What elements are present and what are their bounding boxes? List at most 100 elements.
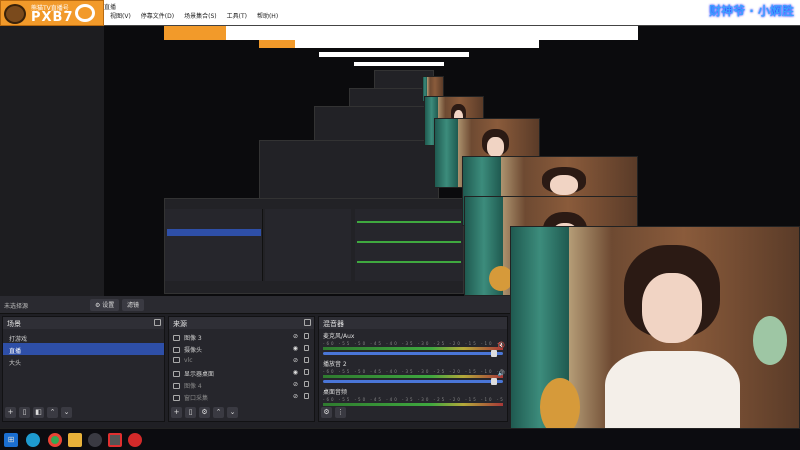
source-label: 窗口采集 <box>184 395 209 402</box>
properties-button[interactable]: ⚙ 设置 <box>90 299 120 311</box>
window-icon <box>173 395 180 401</box>
fader-knob[interactable] <box>491 378 497 385</box>
lock-icon[interactable] <box>304 345 309 351</box>
bear-mascot-icon <box>4 4 26 24</box>
nested-obs-1 <box>164 198 464 294</box>
add-scene-button[interactable]: + <box>5 407 16 418</box>
remove-scene-button[interactable]: ▯ <box>19 407 30 418</box>
sources-list: 图像 3 ⊘ 摄像头 ◉ vlc ⊘ 显示器桌面 ◉ 图像 4 ⊘ 窗口采集 ⊘ <box>169 329 314 402</box>
window-title: 直播 <box>104 4 117 11</box>
source-label: 图像 4 <box>184 383 202 390</box>
source-label: vlc <box>184 357 193 364</box>
mixer-title: 混音器 <box>323 320 344 328</box>
edge-icon[interactable] <box>26 433 40 447</box>
remove-source-button[interactable]: ▯ <box>185 407 196 418</box>
scenes-header: 场景 <box>3 317 164 329</box>
source-row[interactable]: 图像 3 ⊘ <box>169 330 314 342</box>
scenes-panel: 场景 打游戏 直播 大头 + ▯ ◧ ⌃ ⌄ <box>2 316 165 422</box>
file-explorer-icon[interactable] <box>68 433 82 447</box>
source-label: 摄像头 <box>184 347 203 354</box>
scene-item[interactable]: 大头 <box>3 355 164 367</box>
volume-fader[interactable] <box>323 350 503 357</box>
source-row[interactable]: 摄像头 ◉ <box>169 342 314 354</box>
sources-panel: 来源 图像 3 ⊘ 摄像头 ◉ vlc ⊘ 显示器桌面 ◉ 图像 4 ⊘ 窗口采集 ⊘ + … <box>168 316 315 422</box>
mixer-header: 混音器 <box>319 317 507 329</box>
no-source-label: 未选择源 <box>4 303 29 310</box>
monitor-icon <box>173 371 180 377</box>
muted-speaker-icon[interactable]: 🔇 <box>498 342 505 349</box>
mixer-menu-button[interactable]: ⋮ <box>335 407 346 418</box>
fader-knob[interactable] <box>491 350 497 357</box>
source-toolbar: 未选择源 ⚙ 设置 滤镜 <box>0 296 510 314</box>
menu-list: 视图(V) 停靠文件(D) 场景集合(S) 工具(T) 帮助(H) <box>110 11 278 20</box>
lock-icon[interactable] <box>304 393 309 399</box>
scene-item-selected[interactable]: 直播 <box>3 343 164 355</box>
volume-meter <box>323 375 503 378</box>
source-properties-button[interactable]: ⚙ <box>199 407 210 418</box>
source-row[interactable]: 图像 4 ⊘ <box>169 378 314 390</box>
chrome-icon[interactable] <box>48 433 62 447</box>
windows-start-icon[interactable]: ⊞ <box>4 433 18 447</box>
mixer-toolbar: ⚙ ⋮ <box>321 407 346 418</box>
source-row[interactable]: vlc ⊘ <box>169 354 314 366</box>
channel-name: 播放音 2 <box>323 361 347 368</box>
move-up-button[interactable]: ⌃ <box>47 407 58 418</box>
source-label: 显示器桌面 <box>184 371 215 378</box>
db-scale: -60 -55 -50 -45 -40 -35 -30 -25 -20 -15 … <box>323 369 503 374</box>
image-icon <box>173 335 180 341</box>
menu-bar: 直播 视图(V) 停靠文件(D) 场景集合(S) 工具(T) 帮助(H) <box>0 0 800 26</box>
move-down-button[interactable]: ⌄ <box>227 407 238 418</box>
speaker-icon[interactable]: 🔊 <box>498 370 505 377</box>
menu-help[interactable]: 帮助(H) <box>257 11 278 20</box>
obs-icon[interactable] <box>88 433 102 447</box>
filters-button[interactable]: 滤镜 <box>122 299 145 311</box>
logo-text: PXB7 <box>31 10 74 25</box>
source-row[interactable]: 窗口采集 ⊘ <box>169 390 314 402</box>
hidden-icon[interactable]: ⊘ <box>293 381 298 388</box>
add-source-button[interactable]: + <box>171 407 182 418</box>
pxb7-logo: 熊猫TV直播号 PXB7 <box>0 0 104 26</box>
lock-icon[interactable] <box>304 333 309 339</box>
mixer-channel: 麦克风/Aux -60 -55 -50 -45 -40 -35 -30 -25 … <box>319 329 507 357</box>
popout-icon[interactable] <box>304 319 311 326</box>
lock-icon[interactable] <box>304 381 309 387</box>
menu-tools[interactable]: 工具(T) <box>227 11 247 20</box>
obs-controls: 未选择源 ⚙ 设置 滤镜 场景 打游戏 直播 大头 + ▯ ◧ ⌃ ⌄ 来源 图… <box>0 296 510 428</box>
mixer-settings-button[interactable]: ⚙ <box>321 407 332 418</box>
menu-view[interactable]: 视图(V) <box>110 11 131 20</box>
scene-item[interactable]: 打游戏 <box>3 331 164 343</box>
magnifier-icon <box>75 4 95 22</box>
audio-mixer-panel: 混音器 麦克风/Aux -60 -55 -50 -45 -40 -35 -30 … <box>318 316 508 422</box>
channel-name: 麦克风/Aux <box>323 333 355 340</box>
scenes-title: 场景 <box>7 320 21 328</box>
move-up-button[interactable]: ⌃ <box>213 407 224 418</box>
scene-filters-button[interactable]: ◧ <box>33 407 44 418</box>
camera-icon <box>173 347 180 353</box>
move-down-button[interactable]: ⌄ <box>61 407 72 418</box>
source-row[interactable]: 显示器桌面 ◉ <box>169 366 314 378</box>
lock-icon[interactable] <box>304 369 309 375</box>
volume-fader[interactable] <box>323 378 503 385</box>
sources-toolbar: + ▯ ⚙ ⌃ ⌄ <box>171 407 238 418</box>
record-icon[interactable] <box>108 433 122 447</box>
windows-taskbar: ⊞ <box>0 428 800 450</box>
nested-menu-bar-2 <box>259 40 539 48</box>
source-label: 图像 3 <box>184 335 202 342</box>
volume-meter <box>323 403 503 406</box>
eye-icon[interactable]: ◉ <box>293 345 298 352</box>
hidden-icon[interactable]: ⊘ <box>293 357 298 364</box>
eye-icon[interactable]: ◉ <box>293 369 298 376</box>
menu-dock[interactable]: 停靠文件(D) <box>141 11 174 20</box>
nested-menu-bar-3 <box>319 52 469 57</box>
hidden-icon[interactable]: ⊘ <box>293 333 298 340</box>
lock-icon[interactable] <box>304 357 309 363</box>
sources-header: 来源 <box>169 317 314 329</box>
mixer-channel: 播放音 2 -60 -55 -50 -45 -40 -35 -30 -25 -2… <box>319 357 507 385</box>
menu-scene-collection[interactable]: 场景集合(S) <box>184 11 217 20</box>
sources-title: 来源 <box>173 320 187 328</box>
hidden-icon[interactable]: ⊘ <box>293 393 298 400</box>
popout-icon[interactable] <box>154 319 161 326</box>
nested-obs-2 <box>259 140 439 206</box>
netease-music-icon[interactable] <box>128 433 142 447</box>
webcam-feed <box>510 226 800 450</box>
